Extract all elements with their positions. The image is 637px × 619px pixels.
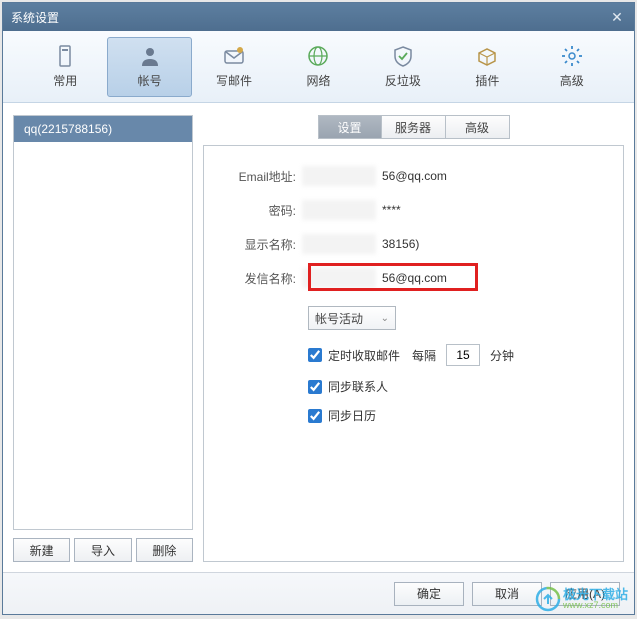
display-row: 显示名称: 38156) [224,232,603,256]
redacted [302,200,376,220]
redacted [302,166,376,186]
right-panel: 设置 服务器 高级 Email地址: 56@qq.com 密码: **** 显示… [203,115,624,562]
toolbar-label: 反垃圾 [385,72,421,89]
close-icon[interactable]: ✕ [608,8,626,26]
fetch-every: 每隔 [412,347,436,364]
toolbar: 常用 帐号 写邮件 网络 反垃圾 [3,31,634,103]
ok-button[interactable]: 确定 [394,582,464,606]
dropdown-label: 帐号活动 [315,310,363,327]
fetch-row: 定时收取邮件 每隔 分钟 [308,344,603,366]
redacted [302,268,376,288]
cancel-button[interactable]: 取消 [472,582,542,606]
account-list[interactable]: qq(2215788156) [13,115,193,530]
titlebar: 系统设置 ✕ [3,3,634,31]
form-area: Email地址: 56@qq.com 密码: **** 显示名称: 38156)… [203,145,624,562]
toolbar-general[interactable]: 常用 [23,37,107,97]
password-value[interactable]: **** [378,203,401,217]
tab-advanced[interactable]: 高级 [446,115,510,139]
toolbar-compose[interactable]: 写邮件 [192,37,276,97]
plugin-icon [475,44,499,68]
sender-row: 发信名称: 56@qq.com [224,266,603,290]
left-buttons: 新建 导入 删除 [13,538,193,562]
sender-value[interactable]: 56@qq.com [378,271,447,285]
interval-input[interactable] [446,344,480,366]
toolbar-advanced[interactable]: 高级 [530,37,614,97]
toolbar-network[interactable]: 网络 [276,37,360,97]
network-icon [306,44,330,68]
gear-icon [560,44,584,68]
calendar-label: 同步日历 [328,407,376,424]
activity-dropdown[interactable]: 帐号活动 ⌄ [308,306,396,330]
account-item[interactable]: qq(2215788156) [14,116,192,142]
toolbar-label: 帐号 [138,72,162,89]
redacted [302,234,376,254]
display-label: 显示名称: [224,236,302,253]
toolbar-label: 常用 [53,72,77,89]
email-value[interactable]: 56@qq.com [378,169,447,183]
import-button[interactable]: 导入 [74,538,131,562]
new-button[interactable]: 新建 [13,538,70,562]
toolbar-label: 网络 [306,72,330,89]
contacts-label: 同步联系人 [328,378,388,395]
window-title: 系统设置 [11,9,59,26]
tab-settings[interactable]: 设置 [318,115,382,139]
toolbar-label: 写邮件 [216,72,252,89]
toolbar-antispam[interactable]: 反垃圾 [361,37,445,97]
toolbar-label: 插件 [475,72,499,89]
display-value[interactable]: 38156) [378,237,419,251]
email-row: Email地址: 56@qq.com [224,164,603,188]
toolbar-plugin[interactable]: 插件 [445,37,529,97]
footer: 确定 取消 应用(A) 极光下载站 www.xz7.com [3,572,634,614]
delete-button[interactable]: 删除 [136,538,193,562]
email-label: Email地址: [224,168,302,185]
account-icon [138,44,162,68]
apply-button[interactable]: 应用(A) [550,582,620,606]
settings-window: 系统设置 ✕ 常用 帐号 写邮件 网络 [2,2,635,615]
contacts-row: 同步联系人 [308,378,603,395]
left-panel: qq(2215788156) 新建 导入 删除 [13,115,193,562]
antispam-icon [391,44,415,68]
fetch-unit: 分钟 [490,347,514,364]
sender-label: 发信名称: [224,270,302,287]
toolbar-account[interactable]: 帐号 [107,37,191,97]
toolbar-label: 高级 [560,72,584,89]
calendar-row: 同步日历 [308,407,603,424]
compose-icon [222,44,246,68]
tabs: 设置 服务器 高级 [203,115,624,139]
general-icon [53,44,77,68]
fetch-label: 定时收取邮件 [328,347,400,364]
calendar-checkbox[interactable] [308,409,322,423]
content-area: qq(2215788156) 新建 导入 删除 设置 服务器 高级 Email地… [3,103,634,572]
password-label: 密码: [224,202,302,219]
tab-server[interactable]: 服务器 [382,115,446,139]
password-row: 密码: **** [224,198,603,222]
chevron-down-icon: ⌄ [381,313,389,324]
contacts-checkbox[interactable] [308,380,322,394]
fetch-checkbox[interactable] [308,348,322,362]
